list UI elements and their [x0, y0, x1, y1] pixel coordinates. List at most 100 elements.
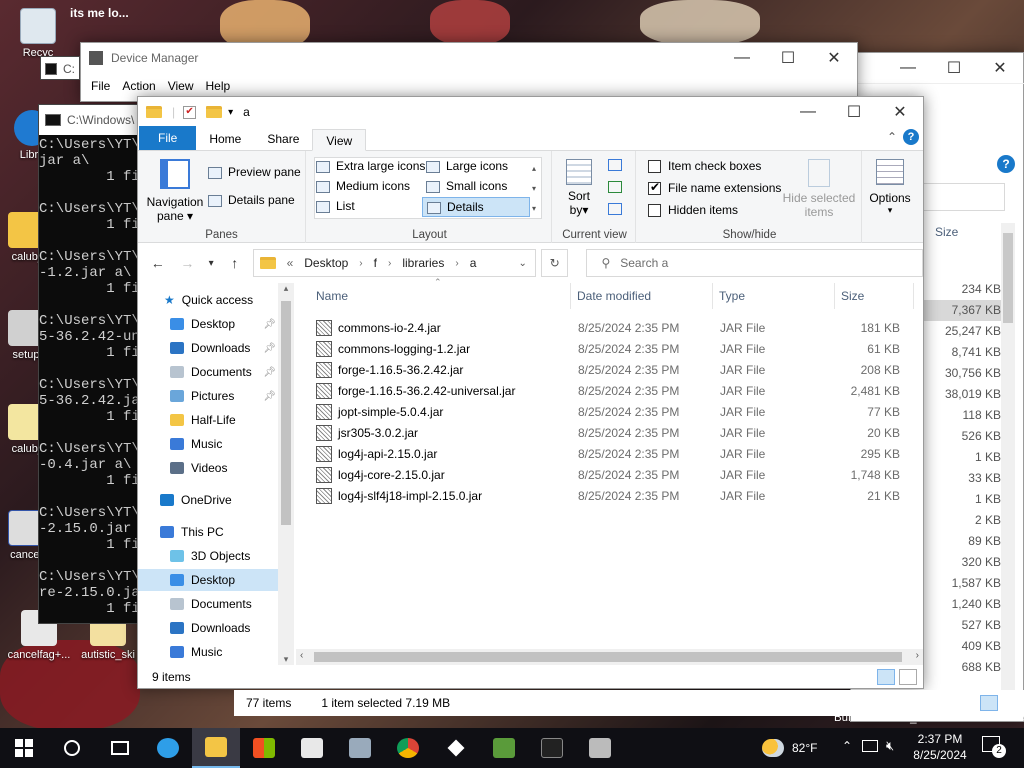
- back-search-box[interactable]: [921, 183, 1005, 211]
- action-center-button[interactable]: 2: [982, 736, 1006, 758]
- network-icon[interactable]: [862, 740, 878, 752]
- breadcrumb-chevron-icon[interactable]: ›: [359, 258, 362, 269]
- desktop-icon-recycle-bin[interactable]: Recyc: [6, 8, 70, 59]
- cmd-titlebar[interactable]: C:: [41, 57, 79, 79]
- nav-item-music[interactable]: Music: [138, 641, 278, 663]
- file-row[interactable]: log4j-core-2.15.0.jar 8/25/2024 2:35 PM JA…: [308, 464, 908, 485]
- close-icon[interactable]: ✕: [977, 53, 1023, 83]
- scroll-thumb[interactable]: [314, 652, 902, 662]
- minimize-icon[interactable]: —: [785, 97, 831, 127]
- forward-arrow-icon[interactable]: →: [176, 255, 200, 271]
- address-overflow[interactable]: «: [287, 256, 294, 270]
- taskbar-app-chrome[interactable]: [384, 728, 432, 768]
- large-icons-view-icon[interactable]: [899, 669, 917, 685]
- maximize-icon[interactable]: ☐: [765, 43, 811, 73]
- cmd-titlebar[interactable]: C:\Windows\: [39, 105, 141, 135]
- refresh-button[interactable]: ↻: [540, 249, 569, 277]
- taskbar-app-minecraft[interactable]: [480, 728, 528, 768]
- layout-large-icons[interactable]: Large icons: [426, 159, 508, 173]
- file-row[interactable]: commons-io-2.4.jar 8/25/2024 2:35 PM JAR F…: [308, 317, 908, 338]
- nav-item-3d-objects[interactable]: 3D Objects: [138, 545, 278, 567]
- nav-item-documents[interactable]: Documents 📌︎: [138, 361, 278, 383]
- close-icon[interactable]: ✕: [877, 97, 923, 127]
- nav-pane-scrollbar[interactable]: ▴ ▾: [278, 283, 294, 665]
- checkbox[interactable]: [648, 204, 661, 218]
- taskbar-app-unity[interactable]: [432, 728, 480, 768]
- cmd-window[interactable]: C:\Windows\ C:\Users\YT\(jar a\ 1 fi C:\U…: [38, 104, 142, 624]
- start-button[interactable]: [0, 728, 48, 768]
- device-manager-window[interactable]: Device Manager — ☐ ✕ File Action View He…: [80, 42, 858, 102]
- tab-home[interactable]: Home: [196, 128, 254, 150]
- scroll-thumb[interactable]: [1003, 233, 1013, 323]
- address-bar[interactable]: « Desktop › f › libraries › a ⌄: [252, 249, 536, 277]
- file-row[interactable]: commons-logging-1.2.jar 8/25/2024 2:35 PM…: [308, 338, 908, 359]
- group-by-icon[interactable]: [608, 159, 622, 171]
- menu-action[interactable]: Action: [116, 79, 161, 93]
- minimize-icon[interactable]: —: [885, 53, 931, 83]
- search-box[interactable]: ⚲ Search a: [586, 249, 923, 277]
- scroll-thumb[interactable]: [281, 301, 291, 525]
- breadcrumb-chevron-icon[interactable]: ›: [455, 258, 458, 269]
- checkbox[interactable]: [648, 160, 661, 174]
- file-row[interactable]: forge-1.16.5-36.2.42.jar 8/25/2024 2:35 P…: [308, 359, 908, 380]
- details-pane-button[interactable]: Details pane: [208, 193, 295, 207]
- volume-muted-icon[interactable]: 🔇︎: [886, 738, 894, 754]
- back-arrow-icon[interactable]: ←: [146, 255, 170, 271]
- item-check-boxes-toggle[interactable]: Item check boxes: [648, 159, 761, 174]
- column-name[interactable]: Name: [316, 283, 566, 309]
- hide-selected-items-button[interactable]: Hide selected items: [782, 159, 856, 219]
- layout-gallery-scroll[interactable]: ▴ ▾ ▾: [532, 159, 542, 219]
- pin-icon[interactable]: 📌︎: [263, 319, 276, 330]
- scroll-right-icon[interactable]: ›: [916, 650, 919, 661]
- nav-item-desktop[interactable]: Desktop 📌︎: [138, 313, 278, 335]
- pin-icon[interactable]: 📌︎: [263, 391, 276, 402]
- column-size[interactable]: Size: [834, 283, 914, 309]
- details-view-icon[interactable]: [980, 695, 998, 711]
- column-date-modified[interactable]: Date modified: [570, 283, 710, 309]
- breadcrumb-f[interactable]: f: [374, 256, 377, 270]
- back-size-header[interactable]: Size: [935, 225, 958, 239]
- maximize-icon[interactable]: ☐: [931, 53, 977, 83]
- tab-share[interactable]: Share: [254, 128, 312, 150]
- layout-list[interactable]: List: [316, 199, 355, 213]
- help-icon[interactable]: ?: [903, 129, 919, 145]
- hidden-items-toggle[interactable]: Hidden items: [648, 203, 738, 218]
- up-arrow-icon[interactable]: ↑: [223, 255, 247, 271]
- layout-medium-icons[interactable]: Medium icons: [316, 179, 410, 193]
- show-hidden-icons-icon[interactable]: ⌃: [842, 739, 852, 753]
- column-type[interactable]: Type: [712, 283, 832, 309]
- scroll-left-icon[interactable]: ‹: [300, 650, 303, 661]
- back-scrollbar[interactable]: [1001, 223, 1015, 693]
- nav-item-onedrive[interactable]: OneDrive: [138, 489, 278, 511]
- close-icon[interactable]: ✕: [811, 43, 857, 73]
- nav-item-pictures[interactable]: Pictures 📌︎: [138, 385, 278, 407]
- preview-pane-button[interactable]: Preview pane: [208, 165, 301, 179]
- taskbar-app-file-explorer[interactable]: [192, 728, 240, 768]
- tab-view[interactable]: View: [312, 129, 367, 151]
- file-row[interactable]: log4j-slf4j18-impl-2.15.0.jar 8/25/2024 2…: [308, 485, 908, 506]
- menu-view[interactable]: View: [162, 79, 200, 93]
- checkbox-checked[interactable]: [648, 180, 661, 196]
- breadcrumb-a[interactable]: a: [470, 256, 477, 270]
- size-columns-icon[interactable]: [608, 203, 622, 215]
- task-view-button[interactable]: [96, 728, 144, 768]
- taskbar-app-mail[interactable]: [288, 728, 336, 768]
- pin-icon[interactable]: 📌︎: [263, 367, 276, 378]
- nav-item-downloads[interactable]: Downloads 📌︎: [138, 337, 278, 359]
- address-dropdown-icon[interactable]: ⌄: [519, 258, 527, 269]
- menu-file[interactable]: File: [85, 79, 116, 93]
- nav-item-half-life[interactable]: Half-Life: [138, 409, 278, 431]
- minimize-icon[interactable]: —: [719, 43, 765, 73]
- weather-widget[interactable]: 82°F: [762, 728, 817, 768]
- cmd-output[interactable]: C:\Users\YT\(jar a\ 1 fi C:\Users\YT\( 1 …: [39, 135, 141, 617]
- menu-help[interactable]: Help: [200, 79, 237, 93]
- layout-small-icons[interactable]: Small icons: [426, 179, 507, 193]
- nav-item-this-pc[interactable]: This PC: [138, 521, 278, 543]
- nav-item-quick-access[interactable]: ★ Quick access: [138, 289, 278, 311]
- recent-locations-icon[interactable]: ▾: [205, 258, 217, 269]
- new-folder-icon[interactable]: [206, 106, 223, 118]
- taskbar-app-browser[interactable]: [144, 728, 192, 768]
- file-row[interactable]: jsr305-3.0.2.jar 8/25/2024 2:35 PM JAR Fil…: [308, 422, 908, 443]
- layout-extra-large-icons[interactable]: Extra large icons: [316, 159, 425, 173]
- layout-details[interactable]: Details: [422, 197, 530, 217]
